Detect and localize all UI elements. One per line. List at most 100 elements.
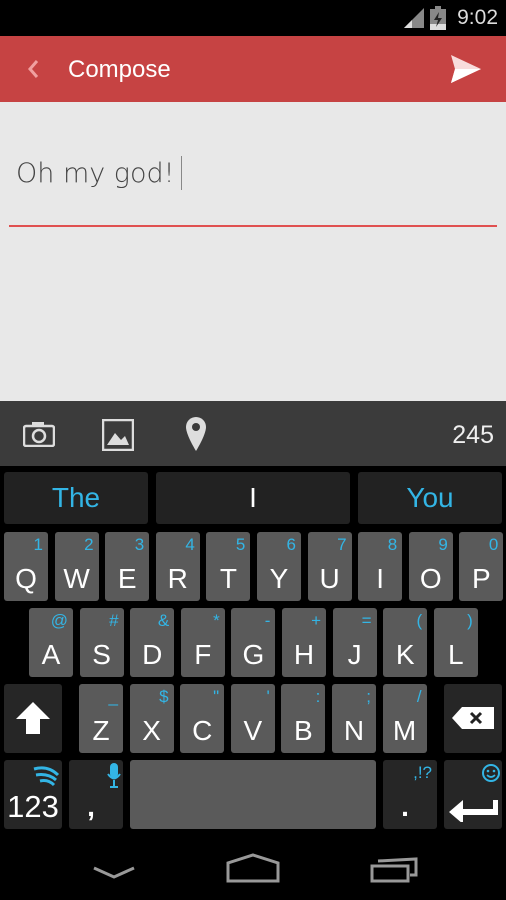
key-alt-label: 9 (438, 535, 448, 554)
signal-icon (404, 8, 424, 28)
key-label: A (41, 639, 61, 670)
key-label: R (167, 563, 188, 594)
keyboard: The I You 123 , ,!? . 1Q2W3E4R5T6Y7U8I9O… (0, 466, 506, 850)
key-label: D (142, 639, 163, 670)
status-bar: 9:02 (0, 0, 506, 36)
key-x[interactable]: $ X (129, 684, 174, 753)
key-label: F (194, 639, 212, 670)
key-a[interactable]: @ A (29, 608, 73, 677)
navigation-bar (0, 850, 506, 900)
attachment-toolbar: 245 (0, 401, 506, 466)
key-d[interactable]: & D (130, 608, 175, 677)
key-alt-label: 8 (387, 535, 398, 554)
key-f[interactable]: * F (180, 608, 225, 677)
shift-key[interactable] (4, 684, 62, 753)
location-pin-icon[interactable] (186, 417, 206, 451)
key-j[interactable]: = J (332, 608, 377, 677)
key-alt-label: : (315, 687, 321, 706)
key-alt-label: " (213, 687, 220, 706)
key-label: W (63, 563, 90, 594)
key-g[interactable]: -G (231, 608, 276, 677)
key-alt-label: 0 (488, 535, 499, 554)
key-alt-label: ) (467, 611, 473, 630)
key-label: I (376, 563, 385, 594)
key-l[interactable]: ) L (433, 608, 478, 677)
key-alt-label: 6 (286, 535, 296, 554)
key-n[interactable]: ; N (332, 684, 376, 753)
enter-arrow-icon (449, 800, 498, 822)
key-k[interactable]: (K (383, 608, 428, 677)
key-alt-label: - (264, 611, 271, 630)
key-alt-label: ( (416, 611, 423, 630)
comma-key[interactable]: , (69, 760, 123, 829)
key-alt-label: 1 (33, 535, 43, 554)
enter-key[interactable] (444, 760, 502, 829)
key-label: O (419, 563, 442, 594)
back-icon[interactable] (92, 865, 136, 881)
key-m[interactable]: / M (382, 684, 427, 753)
key-alt-label: = (361, 611, 372, 630)
swiftkey-logo-icon (33, 766, 60, 787)
key-o[interactable]: 9O (408, 532, 453, 601)
key-e[interactable]: 3E (105, 532, 150, 601)
key-label: K (395, 639, 415, 670)
key-b[interactable]: :B (281, 684, 326, 753)
message-input[interactable]: Oh my god! (16, 156, 182, 190)
key-y[interactable]: 6Y (257, 532, 301, 601)
key-alt-label: * (213, 611, 220, 630)
key-p[interactable]: 0P (459, 532, 504, 601)
key-z[interactable]: _ Z (79, 684, 123, 753)
key-label: E (117, 563, 137, 594)
key-v[interactable]: ' V (230, 684, 275, 753)
numbers-key[interactable]: 123 (4, 760, 62, 829)
key-t[interactable]: 5T (206, 532, 251, 601)
key-alt-label: / (416, 687, 422, 706)
key-alt-label: @ (50, 611, 68, 630)
key-i[interactable]: 8I (358, 532, 403, 601)
key-label: N (343, 715, 365, 746)
send-icon[interactable] (451, 55, 481, 83)
compose-area: Oh my god! (0, 102, 506, 401)
key-label: S (92, 639, 111, 670)
shift-arrow-icon (16, 702, 50, 734)
chevron-left-icon[interactable] (26, 58, 40, 80)
clock: 9:02 (457, 6, 498, 29)
key-label: Q (15, 563, 37, 594)
key-label: G (242, 639, 265, 670)
key-label: T (219, 563, 237, 594)
key-label: B (294, 715, 313, 746)
period-label: . (401, 791, 409, 822)
recents-icon[interactable] (370, 855, 420, 883)
key-q[interactable]: 1Q (4, 532, 48, 601)
suggestion-2[interactable]: I (156, 472, 350, 524)
key-label: M (392, 715, 417, 746)
key-label: X (142, 715, 161, 746)
suggestion-3[interactable]: You (358, 472, 502, 524)
key-r[interactable]: 4R (155, 532, 200, 601)
delete-key[interactable] (444, 684, 502, 753)
space-key[interactable] (130, 760, 376, 829)
input-underline (9, 225, 497, 227)
period-key[interactable]: ,!? . (383, 760, 437, 829)
suggestion-1[interactable]: The (4, 472, 148, 524)
key-label: P (472, 563, 491, 594)
home-icon[interactable] (226, 853, 280, 883)
key-c[interactable]: " C (180, 684, 225, 753)
key-alt-label: # (109, 611, 119, 630)
key-alt-label: + (311, 611, 321, 630)
numbers-key-label: 123 (7, 789, 59, 824)
app-bar: Compose (0, 36, 506, 102)
key-u[interactable]: 7U (307, 532, 352, 601)
camera-icon[interactable] (23, 421, 55, 447)
key-alt-label: & (157, 611, 170, 630)
key-w[interactable]: 2W (54, 532, 99, 601)
key-label: C (192, 715, 213, 746)
image-icon[interactable] (102, 419, 134, 451)
key-h[interactable]: + H (282, 608, 326, 677)
key-alt-label: $ (159, 687, 169, 706)
key-alt-label: ' (266, 687, 270, 706)
key-alt-label: 5 (235, 535, 246, 554)
key-alt-label: 4 (185, 535, 195, 554)
key-alt-label: 7 (337, 535, 347, 554)
key-s[interactable]: # S (79, 608, 124, 677)
